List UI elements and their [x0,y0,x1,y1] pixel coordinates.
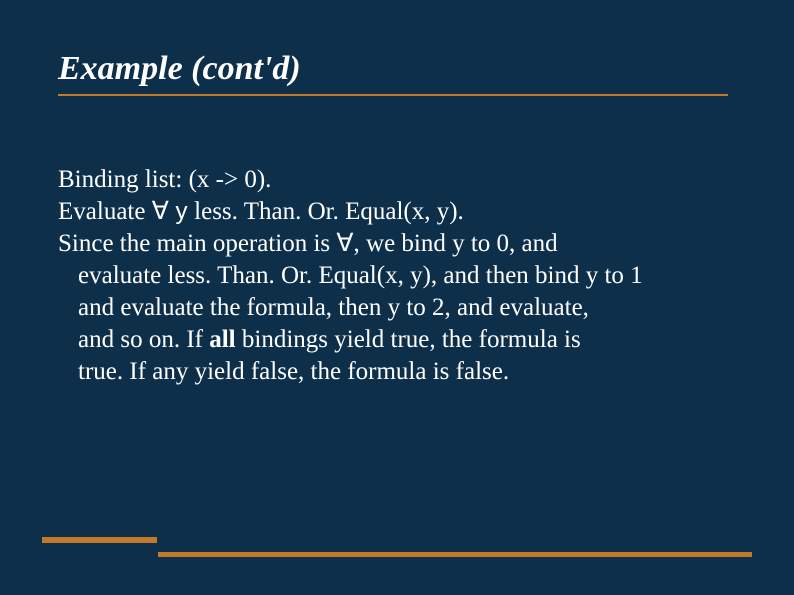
footer-rule-long [158,552,752,557]
body-line-6: and so on. If all bindings yield true, t… [58,324,736,356]
body-line-3: Since the main operation is ∀, we bind y… [58,228,736,260]
body-line-6-bold: all [209,326,235,353]
slide-title: Example (cont'd) [58,50,736,88]
body-line-1: Binding list: (x -> 0). [58,164,736,196]
body-line-2: Evaluate ∀ y less. Than. Or. Equal(x, y)… [58,196,736,228]
body-line-3-post: , we bind y to 0, and [354,230,558,257]
variable-y: y [169,198,194,225]
footer-rule-short [42,537,157,543]
body-line-5: and evaluate the formula, then y to 2, a… [58,292,736,324]
body-line-2-post: less. Than. Or. Equal(x, y). [194,198,464,225]
title-underline [58,94,728,96]
body-line-2-pre: Evaluate [58,198,152,225]
slide: Example (cont'd) Binding list: (x -> 0).… [0,0,794,595]
slide-title-block: Example (cont'd) [58,50,736,96]
body-line-7: true. If any yield false, the formula is… [58,356,736,388]
forall-symbol-2: ∀ [336,230,353,257]
body-line-4: evaluate less. Than. Or. Equal(x, y), an… [58,260,736,292]
forall-symbol: ∀ [152,198,169,225]
body-line-6-post: bindings yield true, the formula is [236,326,581,353]
body-line-3-pre: Since the main operation is [58,230,336,257]
slide-body: Binding list: (x -> 0). Evaluate ∀ y les… [58,164,736,388]
body-line-6-pre: and so on. If [78,326,209,353]
